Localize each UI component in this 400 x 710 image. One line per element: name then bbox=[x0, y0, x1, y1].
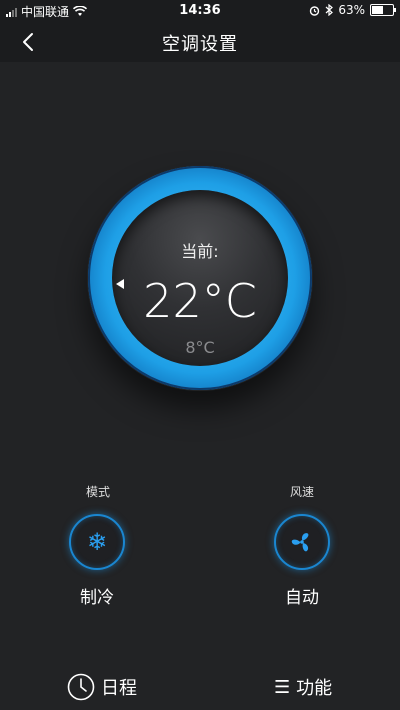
status-right: 63% bbox=[309, 3, 396, 17]
alarm-icon bbox=[310, 5, 320, 16]
battery-icon bbox=[370, 4, 396, 16]
set-temp-value: 8°C bbox=[185, 338, 215, 357]
schedule-button[interactable]: 日程 bbox=[67, 672, 137, 702]
page-title: 空调设置 bbox=[162, 34, 238, 55]
clock-icon bbox=[67, 673, 95, 701]
current-temp-value: 22°C bbox=[143, 274, 257, 328]
current-temp-label: 当前: bbox=[181, 242, 219, 261]
fan-speed-button[interactable] bbox=[274, 514, 330, 570]
menu-icon: ☰ bbox=[274, 676, 291, 698]
fan-speed-value: 自动 bbox=[285, 588, 319, 608]
function-button[interactable]: ☰ 功能 bbox=[274, 672, 332, 702]
mode-value: 制冷 bbox=[80, 588, 114, 608]
fan-speed-label: 风速 bbox=[289, 485, 314, 499]
schedule-label: 日程 bbox=[101, 678, 137, 699]
bluetooth-icon bbox=[325, 4, 334, 16]
mode-button[interactable]: ❄ bbox=[69, 514, 125, 570]
function-label: 功能 bbox=[296, 678, 333, 699]
battery-percent: 63% bbox=[338, 3, 365, 17]
snowflake-icon: ❄ bbox=[86, 528, 108, 556]
fan-icon bbox=[291, 533, 309, 552]
mode-label: 模式 bbox=[85, 485, 110, 499]
status-bar: 中国联通 14:36 63% bbox=[0, 0, 400, 22]
nav-bar: 空调设置 bbox=[0, 22, 400, 62]
